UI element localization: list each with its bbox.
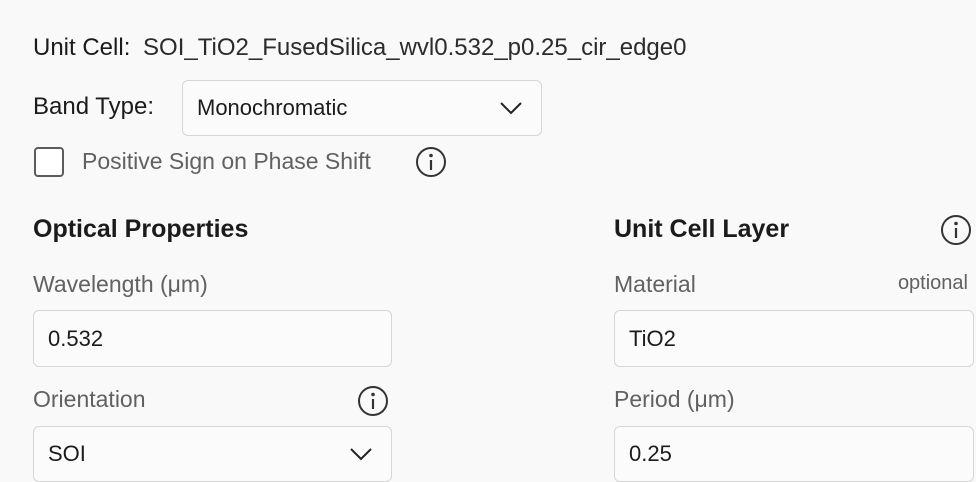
material-input[interactable]: TiO2: [614, 310, 974, 367]
unit-cell-layer-heading: Unit Cell Layer: [614, 215, 790, 243]
orientation-value: SOI: [48, 441, 86, 466]
chevron-down-icon: [350, 448, 372, 461]
band-type-label: Band Type:: [33, 93, 154, 120]
period-label: Period (μm): [614, 386, 735, 412]
wavelength-value: 0.532: [48, 325, 104, 351]
orientation-label: Orientation: [33, 386, 146, 412]
orientation-dropdown[interactable]: SOI: [33, 426, 392, 482]
info-icon[interactable]: [357, 385, 389, 417]
band-type-dropdown[interactable]: Monochromatic: [182, 80, 542, 136]
info-icon[interactable]: [415, 146, 447, 178]
period-value: 0.25: [629, 441, 672, 466]
material-optional-tag: optional: [897, 272, 968, 294]
unit-cell-row: Unit Cell: SOI_TiO2_FusedSilica_wvl0.532…: [33, 34, 686, 62]
chevron-down-icon: [500, 102, 522, 115]
positive-sign-label[interactable]: Positive Sign on Phase Shift: [82, 148, 371, 175]
material-value: TiO2: [629, 325, 676, 351]
period-input[interactable]: 0.25: [614, 426, 974, 482]
material-label: Material: [614, 271, 696, 297]
info-icon[interactable]: [940, 214, 972, 246]
wavelength-input[interactable]: 0.532: [33, 310, 392, 367]
positive-sign-checkbox[interactable]: [34, 147, 64, 177]
optical-properties-heading: Optical Properties: [33, 215, 249, 243]
unit-cell-value: SOI_TiO2_FusedSilica_wvl0.532_p0.25_cir_…: [143, 34, 687, 61]
wavelength-label: Wavelength (μm): [33, 271, 208, 297]
band-type-value: Monochromatic: [197, 95, 348, 120]
unit-cell-label: Unit Cell:: [33, 34, 131, 61]
